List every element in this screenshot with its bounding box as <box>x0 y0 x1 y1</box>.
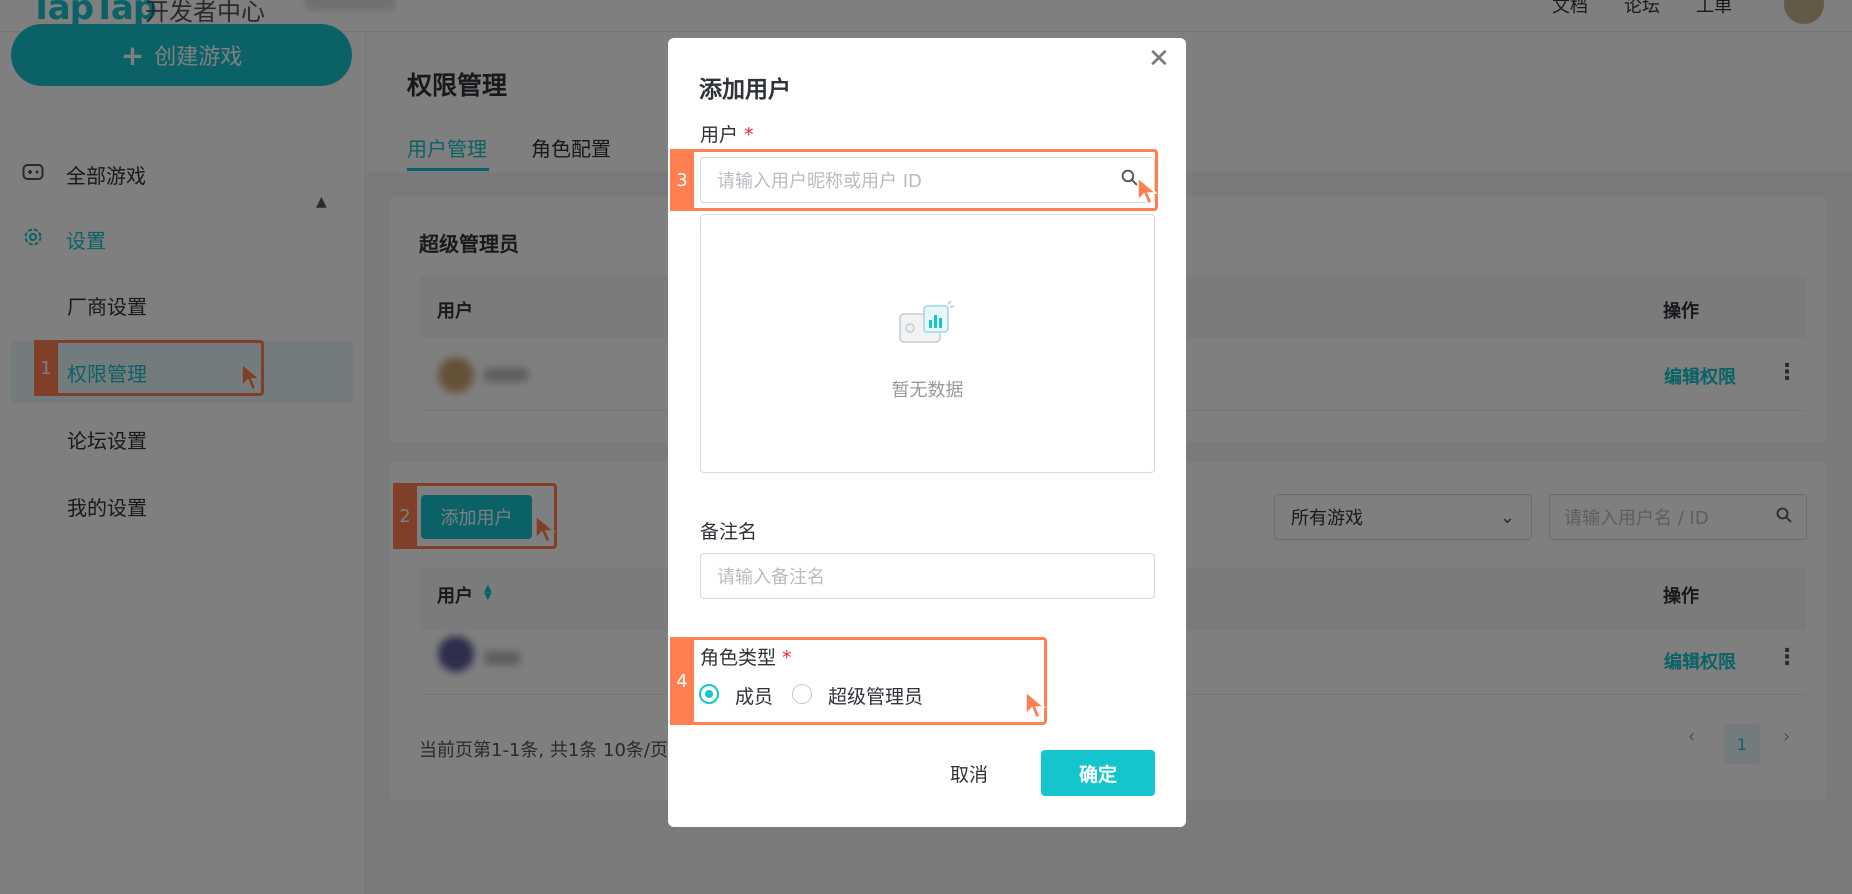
label-text: 用户 <box>700 124 739 146</box>
empty-data-icon <box>899 300 955 343</box>
close-icon[interactable]: ✕ <box>1148 46 1170 72</box>
highlight-step-3 <box>670 149 1158 211</box>
cursor-pointer-icon <box>1025 690 1046 720</box>
cursor-pointer-icon <box>1137 176 1158 206</box>
step-badge-3: 3 <box>670 149 694 211</box>
step-badge-4: 4 <box>670 637 694 725</box>
modal-title: 添加用户 <box>699 77 791 103</box>
input-placeholder: 请输入备注名 <box>717 567 825 588</box>
empty-data-text: 暂无数据 <box>891 380 964 401</box>
confirm-button[interactable]: 确定 <box>1041 750 1155 796</box>
highlight-step-4 <box>670 637 1047 725</box>
cancel-button[interactable]: 取消 <box>930 752 1008 794</box>
required-asterisk: * <box>744 124 754 146</box>
remark-input[interactable]: 请输入备注名 <box>700 553 1155 599</box>
user-field-label: 用户 * <box>700 120 754 147</box>
remark-field-label: 备注名 <box>700 521 758 543</box>
